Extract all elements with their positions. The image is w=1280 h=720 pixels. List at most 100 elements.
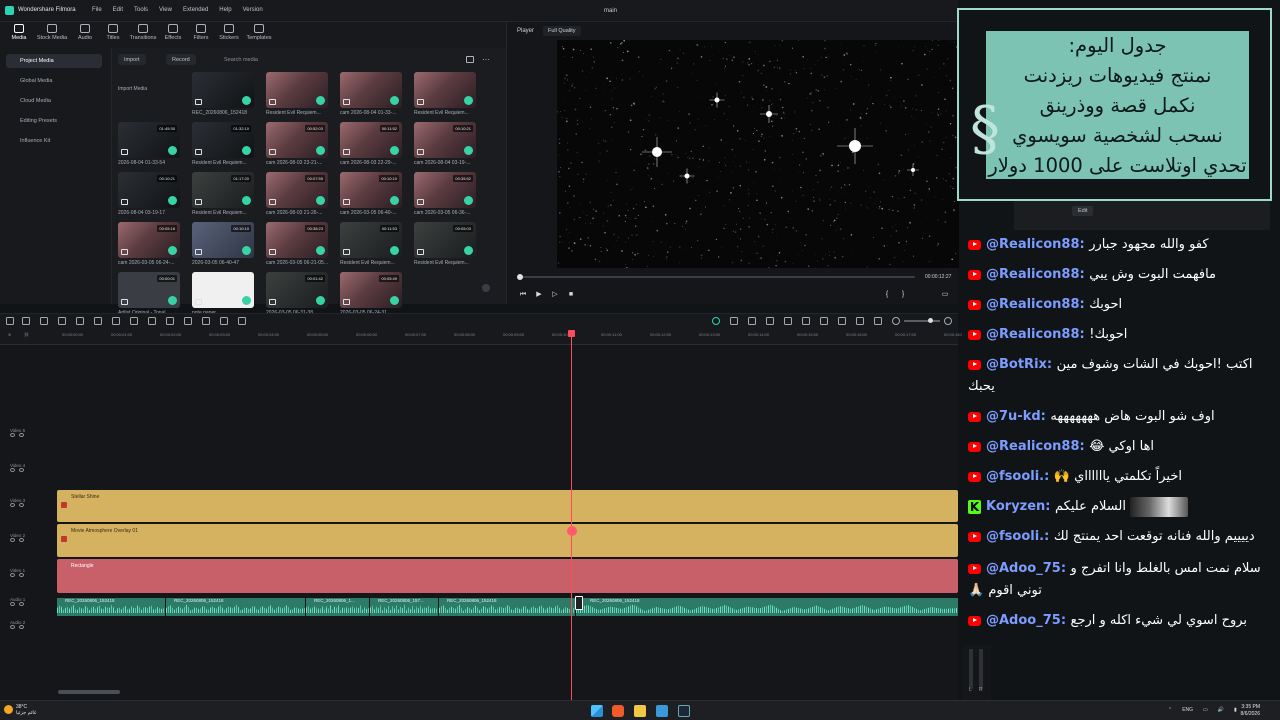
audio-mixer-icon[interactable] <box>856 317 864 325</box>
media-thumbnail[interactable]: 01:45:30 <box>118 122 180 158</box>
speed-icon[interactable] <box>202 317 210 325</box>
track-lock-icon[interactable] <box>19 625 24 629</box>
start-icon[interactable] <box>591 705 603 717</box>
scrubber-knob[interactable] <box>517 274 523 280</box>
color-icon[interactable] <box>166 317 174 325</box>
split-icon[interactable] <box>94 317 102 325</box>
mark-in-icon[interactable]: { <box>883 291 891 299</box>
media-thumbnail[interactable]: 00:11:53 <box>340 222 402 258</box>
layout-icon[interactable] <box>6 317 14 325</box>
menu-edit[interactable]: Edit <box>113 7 123 13</box>
track-visibility-icon[interactable] <box>10 538 15 542</box>
audio-clip[interactable]: REC_20260806_152418 <box>166 598 305 616</box>
track-lock-icon[interactable] <box>19 602 24 606</box>
zoom-knob[interactable] <box>928 318 933 323</box>
track-visibility-icon[interactable] <box>10 468 15 472</box>
marker-icon[interactable] <box>748 317 756 325</box>
monitor-icon[interactable]: ▭ <box>1203 707 1208 713</box>
clip-movie-atmosphere-overlay[interactable]: Movie Atmosphere Overlay 01 <box>57 524 958 557</box>
media-thumbnail[interactable] <box>414 72 476 108</box>
clock[interactable]: 3:35 PM 8/6/2026 <box>1234 704 1260 718</box>
tray-expand-icon[interactable]: ⌃ <box>1168 707 1172 713</box>
play-forward-icon[interactable]: ▷ <box>551 291 559 299</box>
prev-frame-icon[interactable]: ⏮ <box>519 291 527 299</box>
media-thumbnail[interactable]: 01:32:10 <box>192 122 254 158</box>
media-thumbnail[interactable]: 00:05:18 <box>118 222 180 258</box>
more-tools-icon[interactable] <box>238 317 246 325</box>
language-indicator[interactable]: ENG <box>1182 707 1193 713</box>
timeline-scrollbar[interactable] <box>58 690 120 694</box>
clip-rectangle[interactable]: Rectangle <box>57 559 958 593</box>
filter-icon[interactable] <box>466 56 474 63</box>
menu-extended[interactable]: Extended <box>183 7 208 13</box>
media-thumbnail[interactable]: 00:52:03 <box>266 122 328 158</box>
mic-icon[interactable] <box>766 317 774 325</box>
tab-stock-media[interactable]: Stock Media <box>35 24 69 41</box>
track-lock-icon[interactable] <box>19 503 24 507</box>
menu-tools[interactable]: Tools <box>134 7 148 13</box>
audio-clip[interactable]: REC_20260806_157... <box>370 598 438 616</box>
media-thumbnail[interactable] <box>340 72 402 108</box>
track-lock-icon[interactable] <box>19 433 24 437</box>
sidebar-item-influence-kit[interactable]: Influence Kit <box>6 134 102 148</box>
media-thumbnail[interactable]: 00:01:42 <box>266 272 328 308</box>
media-thumbnail[interactable] <box>192 72 254 108</box>
tab-transitions[interactable]: Transitions <box>126 24 160 41</box>
record-button[interactable]: Record <box>166 54 196 65</box>
search-input[interactable]: Search media <box>218 54 264 65</box>
track-mute-icon[interactable] <box>10 625 15 629</box>
link-icon[interactable]: ⛓ <box>24 332 34 340</box>
play-icon[interactable]: ▶ <box>535 291 543 299</box>
rectangle-icon[interactable] <box>148 317 156 325</box>
auto-highlight-icon[interactable] <box>784 317 792 325</box>
sidebar-item-project-media[interactable]: Project Media <box>6 54 102 68</box>
media-thumbnail[interactable]: 00:10:21 <box>118 172 180 208</box>
media-thumbnail[interactable]: 00:38:23 <box>266 222 328 258</box>
add-track-icon[interactable]: ⊕ <box>8 332 18 340</box>
zoom-out-icon[interactable] <box>892 317 900 325</box>
media-thumbnail[interactable]: 00:11:52 <box>340 122 402 158</box>
undo-icon[interactable] <box>40 317 48 325</box>
fullscreen-icon[interactable] <box>874 317 882 325</box>
render-icon[interactable] <box>712 317 720 325</box>
more-options-icon[interactable]: ⋯ <box>482 55 490 64</box>
media-thumbnail[interactable]: 00:10:21 <box>414 122 476 158</box>
sidebar-item-cloud-media[interactable]: Cloud Media <box>6 94 102 108</box>
track-mute-icon[interactable] <box>10 602 15 606</box>
pip-icon[interactable] <box>838 317 846 325</box>
audio-clip[interactable]: REC_20260806_152418 <box>439 598 575 616</box>
audio-clip[interactable]: REC_20260806_152418 <box>576 598 958 616</box>
mark-out-icon[interactable]: } <box>899 291 907 299</box>
track-lock-icon[interactable] <box>19 468 24 472</box>
file-explorer-icon[interactable] <box>634 705 646 717</box>
delete-icon[interactable] <box>76 317 84 325</box>
select-tool-icon[interactable] <box>22 317 30 325</box>
stop-icon[interactable]: ■ <box>567 291 575 299</box>
edit-button[interactable]: Edit <box>1072 206 1094 216</box>
media-thumbnail[interactable] <box>266 72 328 108</box>
display-settings-icon[interactable]: ▭ <box>941 291 949 299</box>
menu-version[interactable]: Version <box>243 7 263 13</box>
zoom-in-icon[interactable] <box>944 317 952 325</box>
track-visibility-icon[interactable] <box>10 503 15 507</box>
media-thumbnail[interactable]: 00:07:55 <box>266 172 328 208</box>
tab-titles[interactable]: Titles <box>96 24 130 41</box>
import-button[interactable]: Import <box>118 54 146 65</box>
weather-widget[interactable]: 38°C غائم جزئيا <box>4 704 37 716</box>
media-thumbnail[interactable] <box>192 272 254 308</box>
transform-icon[interactable] <box>220 317 228 325</box>
preview-canvas[interactable] <box>557 40 959 268</box>
snap-icon[interactable] <box>730 317 738 325</box>
zoom-slider[interactable] <box>904 318 940 323</box>
redo-icon[interactable] <box>58 317 66 325</box>
filmora-taskbar-icon[interactable] <box>678 705 690 717</box>
media-thumbnail[interactable]: 00:10:10 <box>192 222 254 258</box>
duration-icon[interactable] <box>184 317 192 325</box>
clip-stellar-shine[interactable]: Stellar Shine <box>57 490 958 522</box>
media-thumbnail[interactable]: 00:00:01 <box>118 272 180 308</box>
media-thumbnail[interactable]: 00:05:49 <box>340 272 402 308</box>
tab-stickers[interactable]: Stickers <box>212 24 246 41</box>
quality-select[interactable]: Full Quality <box>543 26 581 36</box>
audio-clip[interactable]: REC_20260806_1... <box>306 598 369 616</box>
media-thumbnail[interactable]: 00:35:52 <box>414 172 476 208</box>
